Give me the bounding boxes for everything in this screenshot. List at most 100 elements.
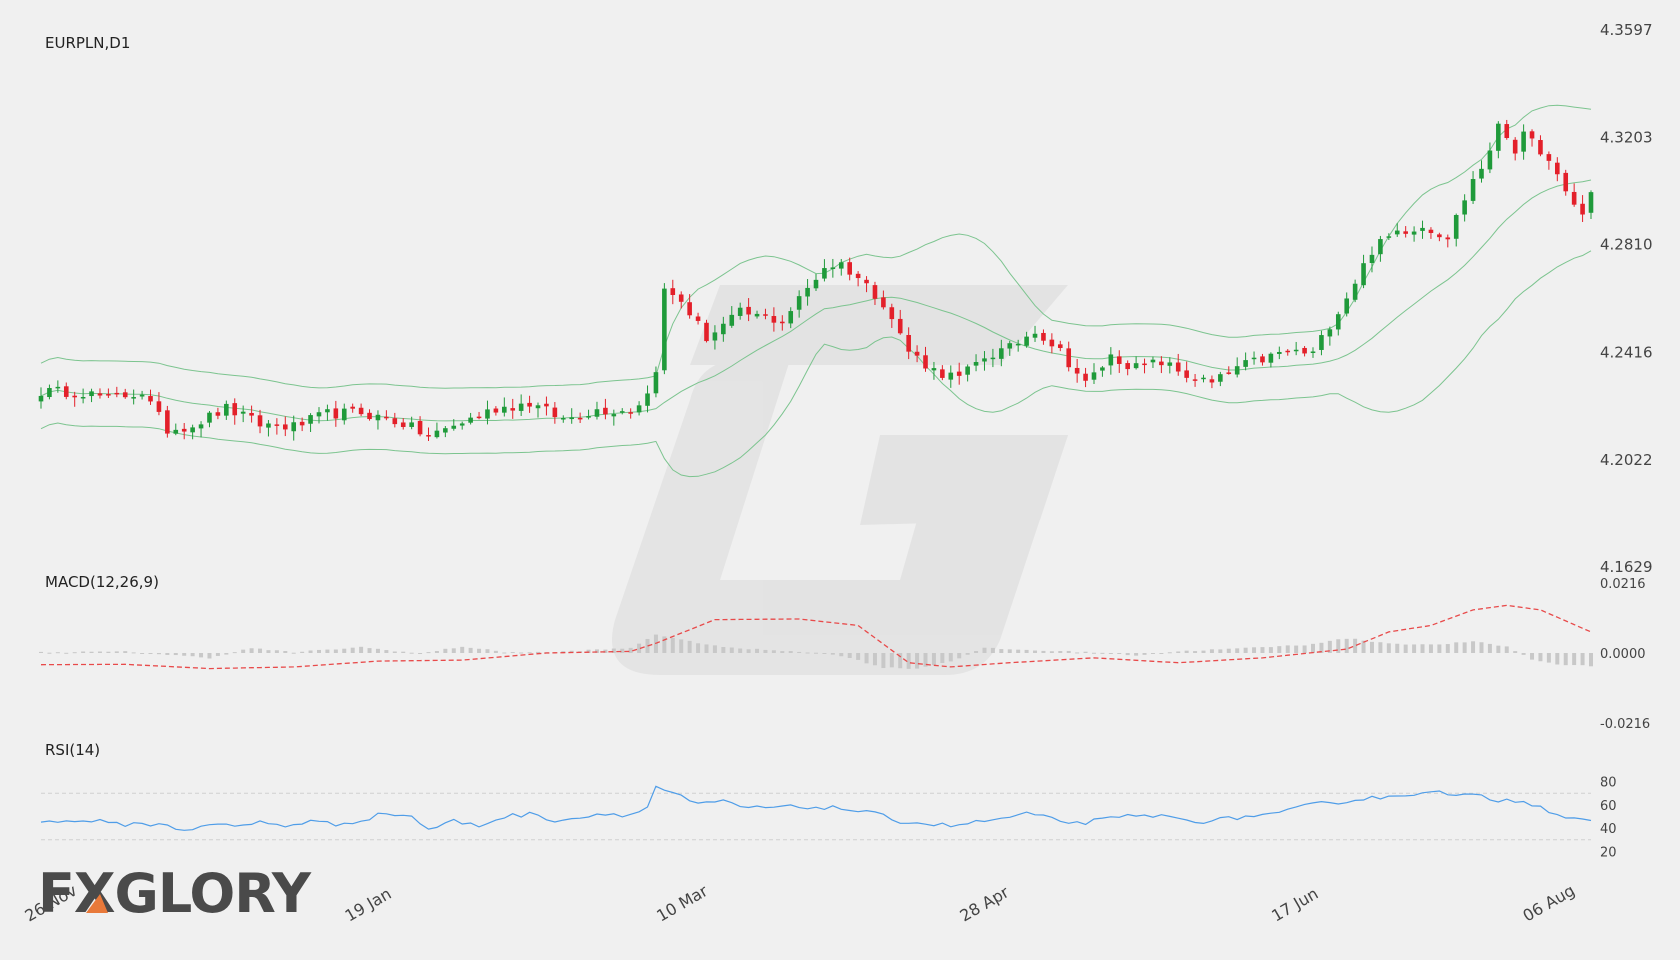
macd-histogram-bar — [1572, 653, 1577, 666]
candle-body — [350, 406, 355, 409]
candle-body — [502, 406, 507, 413]
candle-body — [106, 394, 111, 396]
brand-logo: FXGLORY — [38, 862, 313, 925]
macd-histogram-bar — [915, 653, 920, 669]
candle-body — [38, 395, 44, 402]
candle-body — [822, 268, 827, 279]
candle-body — [527, 402, 532, 407]
macd-tick-label: -0.0216 — [1600, 717, 1650, 732]
macd-tick-label: 0.0000 — [1600, 647, 1646, 662]
candle-body — [544, 403, 549, 407]
macd-histogram-bar — [931, 653, 936, 666]
candle-body — [1546, 154, 1552, 161]
price-tick-label: 4.2022 — [1600, 451, 1653, 469]
macd-histogram-bar — [1007, 649, 1012, 653]
candle-body — [552, 407, 558, 418]
rsi-tick-label: 80 — [1600, 776, 1617, 791]
macd-histogram-bar — [746, 649, 751, 653]
candle-body — [788, 311, 794, 324]
candle-body — [830, 267, 836, 270]
macd-histogram-bar — [190, 653, 195, 657]
macd-histogram-bar — [1024, 649, 1029, 653]
candle-body — [645, 393, 650, 406]
candle-body — [1192, 379, 1198, 381]
price-tick-label: 4.2416 — [1600, 343, 1653, 361]
candle-body — [1394, 230, 1400, 235]
date-tick-label: 19 Jan — [342, 884, 395, 926]
candle-body — [72, 395, 77, 398]
macd-histogram-bar — [434, 651, 439, 653]
candle-body — [1243, 360, 1248, 367]
candle-body — [847, 262, 852, 275]
candle-body — [1015, 343, 1021, 346]
macd-histogram-bar — [1049, 651, 1054, 653]
candle-body — [181, 428, 187, 432]
candle-body — [89, 391, 94, 397]
macd-histogram-bar — [283, 650, 288, 653]
candle-body — [1428, 229, 1434, 234]
price-tick-label: 4.1629 — [1600, 558, 1653, 576]
candle-body — [1057, 344, 1063, 348]
macd-histogram-bar — [1268, 647, 1273, 653]
macd-histogram-bar — [131, 652, 136, 654]
candle-body — [148, 396, 153, 402]
macd-histogram-bar — [1041, 650, 1046, 653]
candle-body — [1512, 139, 1518, 154]
macd-histogram-bar — [350, 647, 355, 653]
macd-histogram-bar — [1091, 652, 1096, 654]
macd-histogram-bar — [974, 651, 979, 653]
candle-body — [780, 321, 785, 324]
candle-body — [367, 412, 372, 420]
macd-histogram-bar — [106, 651, 111, 653]
candle-body — [1555, 162, 1560, 175]
date-tick-label: 17 Jun — [1268, 884, 1321, 926]
candle-body — [1453, 215, 1459, 239]
price-panel — [38, 104, 1594, 478]
macd-histogram-bar — [502, 652, 507, 654]
macd-histogram-bar — [1100, 652, 1105, 654]
macd-histogram-bar — [729, 647, 734, 653]
candle-body — [1167, 362, 1173, 366]
candle-body — [139, 394, 145, 397]
candle-body — [1159, 361, 1164, 366]
macd-histogram-bar — [771, 650, 776, 653]
macd-histogram-bar — [1117, 653, 1122, 654]
macd-histogram-bar — [1277, 646, 1282, 653]
candle-body — [1462, 200, 1467, 215]
candle-body — [1268, 353, 1274, 363]
macd-histogram-bar — [384, 650, 389, 653]
macd-histogram-bar — [510, 652, 515, 654]
macd-histogram-bar — [1538, 653, 1543, 662]
candle-body — [737, 307, 743, 316]
macd-histogram-bar — [712, 645, 717, 653]
candle-body — [1361, 263, 1366, 286]
candle-body — [1251, 357, 1257, 360]
candle-body — [940, 369, 945, 378]
candle-body — [1302, 347, 1307, 354]
candle-body — [1007, 343, 1013, 349]
macd-histogram-bar — [325, 649, 330, 653]
candle-body — [207, 412, 212, 423]
macd-histogram-bar — [982, 647, 987, 653]
macd-histogram-bar — [1546, 653, 1551, 663]
macd-histogram-bar — [401, 651, 406, 653]
macd-histogram-bar — [258, 648, 263, 653]
candle-body — [881, 297, 886, 308]
candle-body — [1470, 179, 1476, 201]
candle-body — [122, 392, 128, 398]
macd-histogram-bar — [1176, 651, 1181, 653]
macd-histogram-bar — [805, 652, 810, 654]
candle-body — [190, 427, 195, 433]
candle-body — [1260, 356, 1265, 363]
candle-body — [240, 411, 246, 414]
candle-body — [392, 418, 398, 425]
candle-body — [1032, 333, 1038, 338]
candle-body — [569, 417, 575, 420]
candle-body — [678, 294, 684, 302]
macd-histogram-bar — [620, 648, 625, 653]
candle-body — [224, 403, 229, 416]
macd-histogram-bar — [721, 646, 726, 653]
macd-histogram-bar — [1243, 647, 1248, 653]
macd-histogram-bar — [1260, 647, 1265, 653]
macd-histogram-bar — [451, 648, 456, 653]
